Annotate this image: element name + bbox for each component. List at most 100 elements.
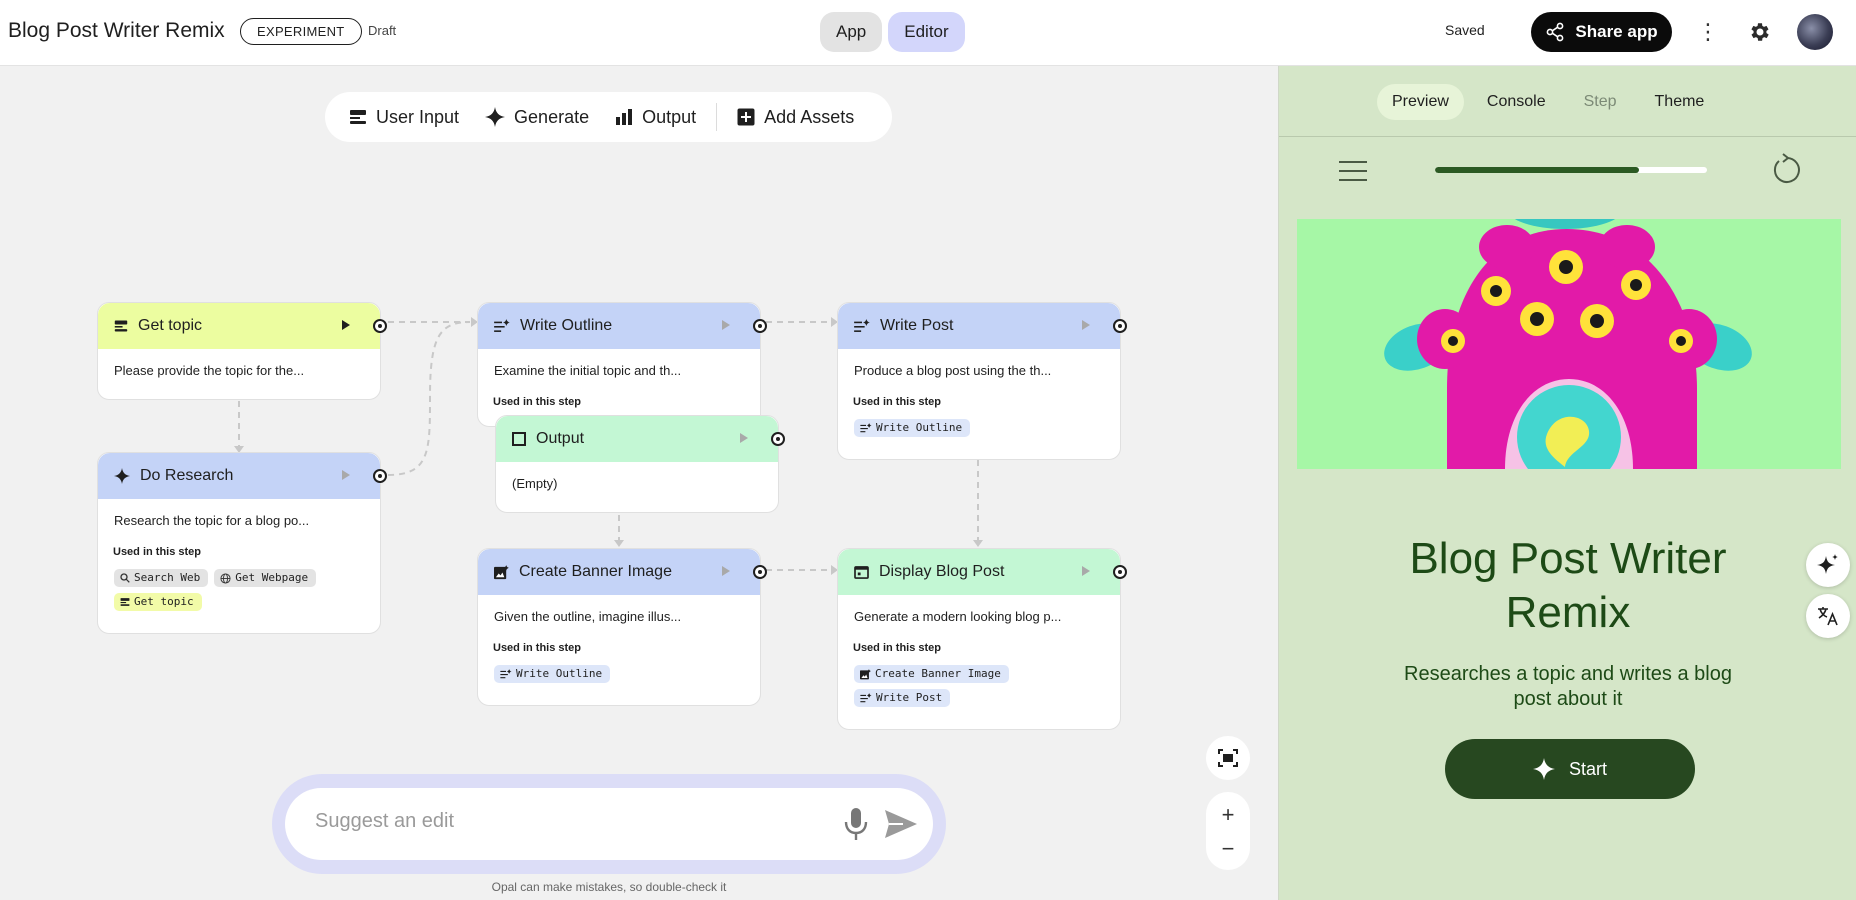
chip-search-web[interactable]: Search Web (114, 569, 209, 587)
node-create-banner-image[interactable]: Create Banner Image Given the outline, i… (477, 548, 767, 706)
text-generate-icon (860, 693, 872, 703)
node-write-post[interactable]: Write Post Produce a blog post using the… (837, 302, 1127, 460)
node-title: Display Blog Post (879, 563, 1005, 580)
tab-step[interactable]: Step (1569, 84, 1632, 120)
text-generate-icon (860, 423, 872, 433)
chip-label: Search Web (134, 571, 201, 584)
used-in-step-label: Used in this step (853, 396, 942, 408)
preview-app-subtitle: Researches a topic and writes a blog pos… (1404, 663, 1732, 710)
tab-preview[interactable]: Preview (1377, 84, 1464, 120)
share-app-label: Share app (1575, 22, 1658, 41)
mode-toggle: App Editor (820, 12, 965, 52)
app-mode-button[interactable]: App (820, 12, 883, 52)
chip-write-post[interactable]: Write Post (854, 689, 951, 707)
experiment-badge: EXPERIMENT (240, 18, 362, 45)
share-icon (1546, 22, 1564, 42)
play-icon[interactable] (342, 470, 350, 480)
node-output[interactable]: Output (Empty) (495, 415, 785, 513)
node-write-outline[interactable]: Write Outline Examine the initial topic … (477, 302, 767, 427)
chip-write-outline[interactable]: Write Outline (494, 665, 611, 683)
chip-list: Create Banner Image Write Post (854, 665, 1104, 707)
user-input-icon (114, 320, 128, 332)
node-body: Examine the initial topic and th... Used… (478, 349, 760, 420)
draft-status: Draft (368, 23, 397, 38)
node-display-blog-post[interactable]: Display Blog Post Generate a modern look… (837, 548, 1127, 730)
chip-get-topic[interactable]: Get topic (114, 593, 202, 611)
refresh-icon[interactable] (1770, 153, 1804, 187)
node-header[interactable]: Write Outline (478, 303, 767, 349)
node-header[interactable]: Do Research (98, 453, 387, 499)
output-port[interactable] (373, 319, 387, 333)
globe-icon (220, 572, 231, 584)
node-body: Research the topic for a blog po... Used… (98, 499, 380, 623)
suggest-edit-container (272, 774, 946, 874)
panel-divider (1279, 136, 1856, 137)
suggest-edit-input[interactable] (315, 810, 795, 833)
preview-app-title: Blog Post Writer Remix (1409, 534, 1727, 637)
chip-write-outline[interactable]: Write Outline (854, 419, 971, 437)
editor-mode-button[interactable]: Editor (888, 12, 965, 52)
chip-create-banner-image[interactable]: Create Banner Image (854, 665, 1009, 683)
share-app-button[interactable]: Share app (1531, 12, 1672, 52)
chip-label: Get topic (134, 595, 194, 608)
node-body: (Empty) (496, 462, 778, 503)
play-icon[interactable] (1082, 566, 1090, 576)
progress-fill (1435, 167, 1639, 173)
chip-list: Write Outline (494, 665, 744, 683)
zoom-in-button[interactable]: + (1206, 800, 1250, 830)
play-icon[interactable] (722, 566, 730, 576)
play-icon[interactable] (740, 433, 748, 443)
suggest-edit-box (285, 788, 933, 860)
node-description: Please provide the topic for the... (114, 363, 305, 378)
app-header: Blog Post Writer Remix EXPERIMENT Draft … (0, 0, 1856, 66)
preview-panel: Preview Console Step Theme Blog Post Wri… (1278, 66, 1856, 900)
node-description: Examine the initial topic and th... (494, 363, 682, 378)
node-do-research[interactable]: Do Research Research the topic for a blo… (97, 452, 387, 634)
translate-button[interactable] (1806, 594, 1850, 638)
gemini-assist-button[interactable] (1806, 543, 1850, 587)
panel-tabs: Preview Console Step Theme (1377, 84, 1719, 120)
play-icon[interactable] (722, 320, 730, 330)
node-header[interactable]: Get topic (98, 303, 387, 349)
output-port[interactable] (771, 432, 785, 446)
output-port[interactable] (753, 319, 767, 333)
tab-theme[interactable]: Theme (1640, 84, 1720, 120)
chip-list: Write Outline (854, 419, 1104, 437)
more-options-icon[interactable]: ⋮ (1696, 16, 1720, 48)
chip-label: Get Webpage (235, 571, 309, 584)
image-generate-icon (860, 668, 871, 679)
user-input-icon (120, 598, 130, 606)
output-port[interactable] (1113, 319, 1127, 333)
node-header[interactable]: Write Post (838, 303, 1127, 349)
fit-to-screen-button[interactable] (1206, 736, 1250, 780)
output-port[interactable] (1113, 565, 1127, 579)
microphone-icon[interactable] (841, 806, 871, 842)
node-header[interactable]: Output (496, 416, 785, 462)
play-icon[interactable] (342, 320, 350, 330)
zoom-out-button[interactable]: − (1206, 834, 1250, 864)
node-title: Write Outline (520, 317, 613, 334)
text-generate-icon (854, 319, 870, 332)
node-title: Output (536, 430, 585, 447)
node-get-topic[interactable]: Get topic Please provide the topic for t… (97, 302, 387, 400)
play-icon[interactable] (1082, 320, 1090, 330)
arrowhead-banner (614, 540, 624, 547)
node-body: Produce a blog post using the th... Used… (838, 349, 1120, 449)
node-body: Generate a modern looking blog p... Used… (838, 595, 1120, 719)
node-header[interactable]: Create Banner Image (478, 549, 767, 595)
used-in-step-label: Used in this step (853, 642, 942, 654)
send-icon[interactable] (883, 808, 919, 840)
image-generate-icon (494, 564, 509, 579)
hamburger-icon[interactable] (1339, 160, 1367, 182)
gear-icon[interactable] (1746, 16, 1774, 48)
saved-status: Saved (1445, 22, 1485, 38)
output-port[interactable] (753, 565, 767, 579)
node-header[interactable]: Display Blog Post (838, 549, 1127, 595)
tab-console[interactable]: Console (1472, 84, 1561, 120)
start-button[interactable]: Start (1445, 739, 1695, 799)
editor-canvas[interactable]: User Input Generate Output Add Assets Ge… (0, 66, 1278, 900)
sparkle-icon (1532, 758, 1555, 780)
chip-get-webpage[interactable]: Get Webpage (214, 569, 317, 587)
output-port[interactable] (373, 469, 387, 483)
user-avatar[interactable] (1797, 14, 1833, 50)
